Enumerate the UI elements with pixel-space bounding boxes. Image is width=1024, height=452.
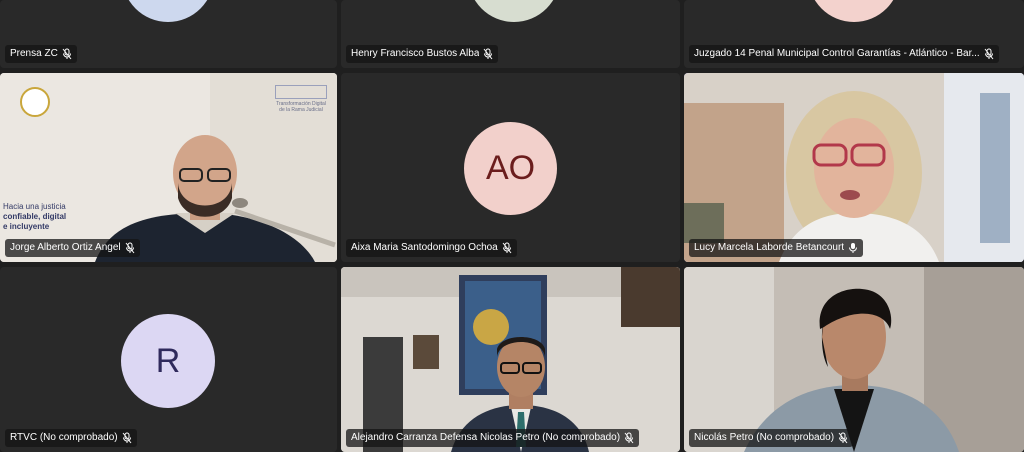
banner-logo: Transformación Digital de la Rama Judici… — [275, 85, 327, 113]
participant-video — [341, 267, 680, 452]
participant-name: Alejandro Carranza Defensa Nicolas Petro… — [351, 432, 621, 443]
banner-line-2: confiable, digital — [3, 212, 67, 221]
mic-off-icon — [984, 48, 994, 60]
participant-nameplate: Alejandro Carranza Defensa Nicolas Petro… — [346, 429, 640, 447]
colombia-seal-logo — [20, 87, 50, 117]
mic-off-icon — [838, 432, 848, 444]
banner-line-1: Hacia una justicia — [3, 202, 66, 211]
participant-name: Aixa Maria Santodomingo Ochoa — [351, 242, 498, 253]
banner-logo-text: Transformación Digital de la Rama Judici… — [276, 101, 326, 113]
participant-tile[interactable]: Prensa ZC — [0, 0, 337, 68]
mic-off-icon — [62, 48, 72, 60]
mic-on-icon — [848, 242, 858, 254]
participant-name: Juzgado 14 Penal Municipal Control Garan… — [694, 48, 980, 59]
participant-avatar — [808, 0, 900, 22]
mic-off-icon — [502, 242, 512, 254]
mic-off-icon — [483, 48, 493, 60]
banner-slogan: Hacia una justicia confiable, digital e … — [3, 202, 66, 232]
participant-tile[interactable]: Alejandro Carranza Defensa Nicolas Petro… — [341, 267, 680, 452]
mic-off-icon — [624, 432, 634, 444]
participant-name: Henry Francisco Bustos Alba — [351, 48, 480, 59]
participant-avatar — [468, 0, 560, 22]
participant-tile-active-speaker[interactable]: Lucy Marcela Laborde Betancourt — [684, 73, 1024, 262]
mic-off-icon — [122, 432, 132, 444]
participant-nameplate: Juzgado 14 Penal Municipal Control Garan… — [689, 45, 999, 63]
participant-initials: AO — [485, 149, 536, 187]
participant-tile[interactable]: R RTVC (No comprobado) — [0, 267, 337, 452]
mic-off-icon — [125, 242, 135, 254]
participant-name: RTVC (No comprobado) — [10, 432, 118, 443]
banner-line-3: e incluyente — [3, 222, 50, 231]
participant-tile[interactable]: Juzgado 14 Penal Municipal Control Garan… — [684, 0, 1024, 68]
participant-nameplate: Lucy Marcela Laborde Betancourt — [689, 239, 864, 257]
participant-avatar: R — [121, 314, 215, 408]
participant-name: Nicolás Petro (No comprobado) — [694, 432, 835, 443]
participant-initials: R — [155, 341, 181, 380]
participant-nameplate: Henry Francisco Bustos Alba — [346, 45, 499, 63]
participant-video — [684, 267, 1024, 452]
participant-video — [684, 73, 1024, 262]
participant-tile[interactable]: Transformación Digital de la Rama Judici… — [0, 73, 337, 262]
participant-name: Prensa ZC — [10, 48, 58, 59]
participant-tile[interactable]: Henry Francisco Bustos Alba — [341, 0, 680, 68]
participant-nameplate: Prensa ZC — [5, 45, 77, 63]
participant-video: Transformación Digital de la Rama Judici… — [0, 73, 337, 262]
participant-nameplate: Jorge Alberto Ortiz Angel — [5, 239, 140, 257]
participant-avatar — [122, 0, 214, 22]
participant-tile[interactable]: AO Aixa Maria Santodomingo Ochoa — [341, 73, 680, 262]
participant-name: Jorge Alberto Ortiz Angel — [10, 242, 121, 253]
participant-avatar: AO — [464, 122, 557, 215]
participant-nameplate: Nicolás Petro (No comprobado) — [689, 429, 854, 447]
participant-tile[interactable]: Nicolás Petro (No comprobado) — [684, 267, 1024, 452]
participant-nameplate: RTVC (No comprobado) — [5, 429, 137, 447]
participant-name: Lucy Marcela Laborde Betancourt — [694, 242, 845, 253]
participant-nameplate: Aixa Maria Santodomingo Ochoa — [346, 239, 517, 257]
